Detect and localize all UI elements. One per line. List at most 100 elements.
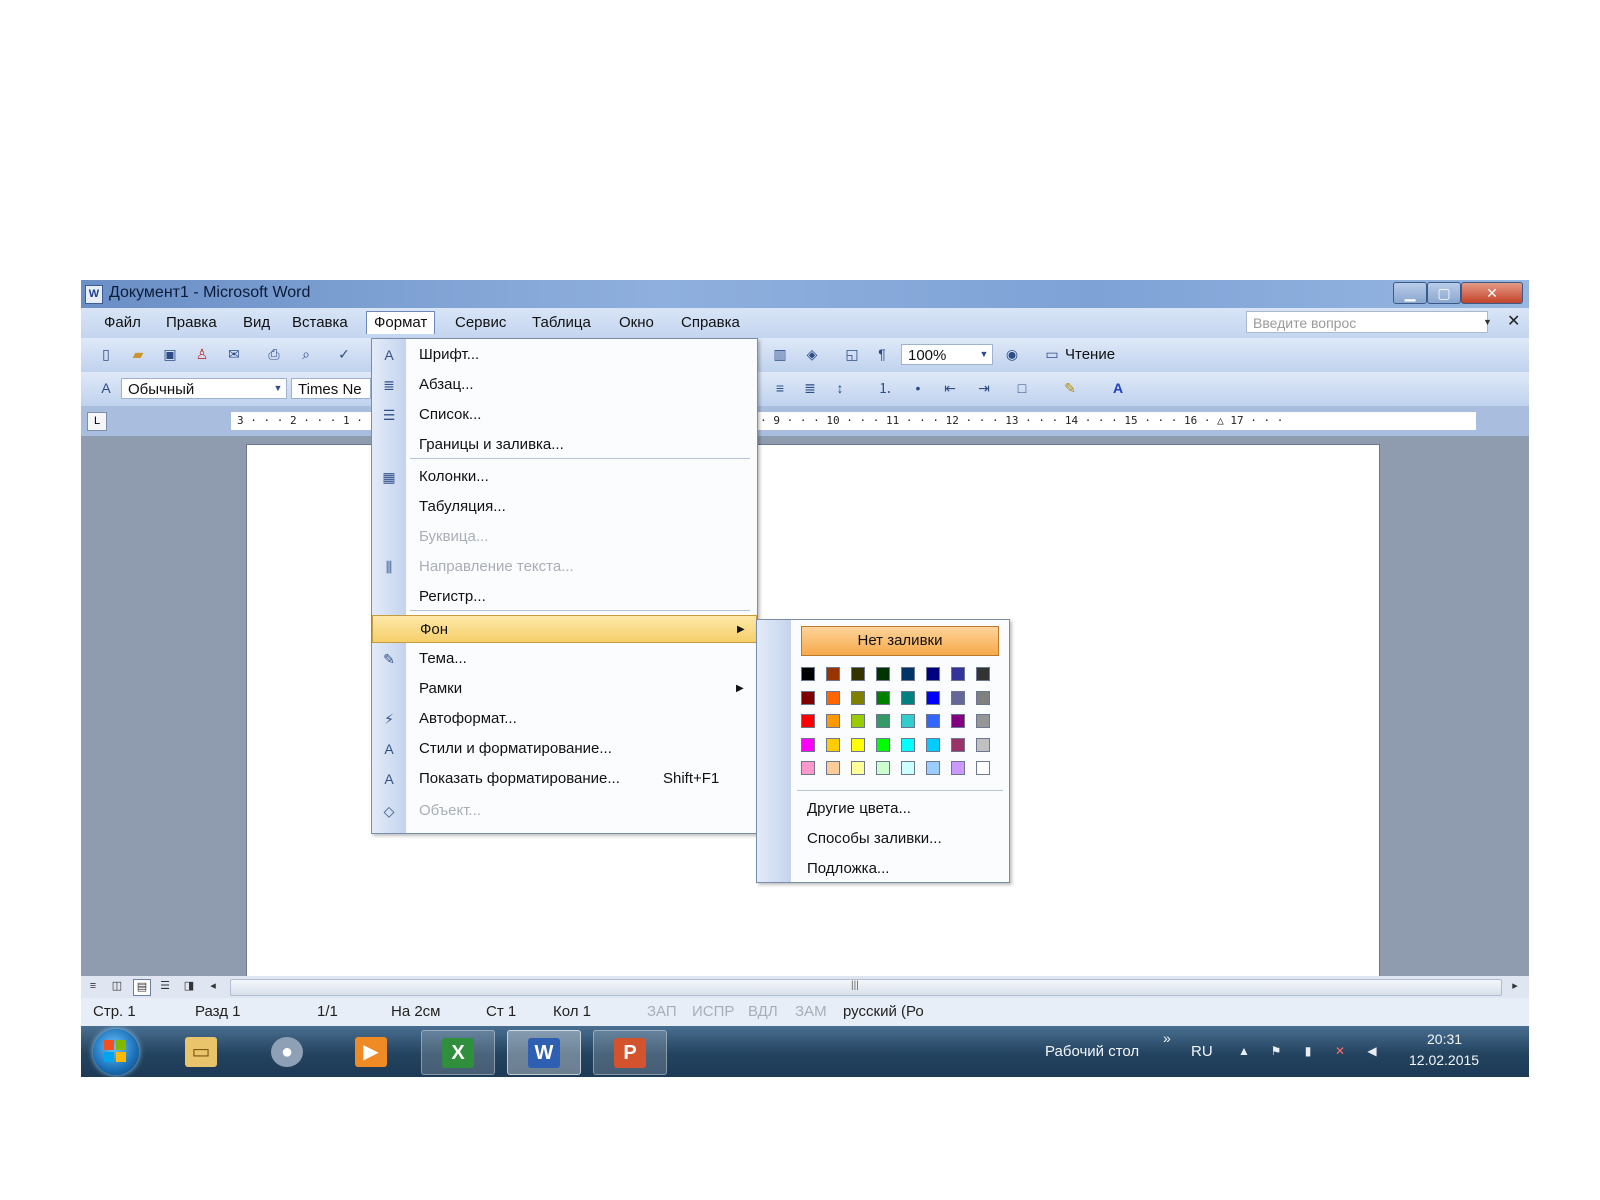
color-swatch[interactable] [951,667,965,681]
watermark-item[interactable]: Подложка... [807,855,889,883]
color-swatch[interactable] [851,690,865,705]
color-swatch[interactable] [801,690,815,705]
horizontal-scrollbar[interactable]: ||| [230,979,1502,996]
font-color-icon[interactable]: A [1109,380,1127,396]
color-swatch[interactable] [851,761,865,775]
line-spacing-icon[interactable]: ↕ [831,380,849,396]
start-button[interactable] [93,1029,139,1075]
color-swatch[interactable] [851,737,865,752]
menu-format[interactable]: Формат [366,311,436,334]
columns-icon[interactable]: ▥ [771,346,789,362]
color-swatch[interactable] [876,714,890,728]
normal-view-icon[interactable]: ≡ [85,979,101,994]
color-swatch[interactable] [826,737,840,752]
justify-icon[interactable]: ≣ [801,380,819,396]
color-swatch[interactable] [901,667,915,681]
email-icon[interactable]: ✉ [225,346,243,362]
battery-icon[interactable]: ▮ [1301,1044,1315,1058]
color-swatch[interactable] [901,737,915,752]
open-folder-icon[interactable]: ▰ [129,346,147,362]
increase-indent-icon[interactable]: ⇥ [975,380,993,396]
highlight-icon[interactable]: ✎ [1061,380,1079,396]
menu-insert[interactable]: Вставка [285,312,355,334]
desktop-toolbar-label[interactable]: Рабочий стол [1045,1043,1139,1060]
chevron-down-icon[interactable]: ▼ [1483,317,1492,327]
help-search-input[interactable]: Введите вопрос [1246,311,1488,333]
drawing-icon[interactable]: ◈ [803,346,821,362]
color-swatch[interactable] [801,714,815,728]
show-hidden-icons-icon[interactable]: ▲ [1237,1044,1251,1058]
color-swatch[interactable] [976,761,990,775]
taskbar-media-center[interactable]: ● [251,1030,323,1073]
menu-table[interactable]: Таблица [525,312,598,334]
bullets-icon[interactable]: • [909,380,927,396]
color-swatch[interactable] [876,667,890,681]
clock-date[interactable]: 12.02.2015 [1409,1052,1479,1068]
read-icon[interactable]: ▭ [1043,346,1061,362]
status-extend[interactable]: ВДЛ [748,1003,778,1020]
menu-item-theme[interactable]: ✎ Тема... [372,645,757,673]
color-swatch[interactable] [976,667,990,681]
status-track-changes[interactable]: ИСПР [692,1003,734,1020]
volume-icon[interactable]: ◀ [1365,1044,1379,1058]
scroll-left-icon[interactable]: ◂ [205,979,221,994]
color-swatch[interactable] [926,690,940,705]
borders-icon[interactable]: □ [1013,380,1031,396]
color-swatch[interactable] [901,714,915,728]
print-icon[interactable]: ⎙ [265,346,283,362]
color-swatch[interactable] [826,714,840,728]
color-swatch[interactable] [851,667,865,681]
color-swatch[interactable] [976,690,990,705]
menu-item-columns[interactable]: ▦ Колонки... [372,463,757,491]
color-swatch[interactable] [851,714,865,728]
color-swatch[interactable] [826,690,840,705]
color-swatch[interactable] [801,737,815,752]
action-center-flag-icon[interactable]: ⚑ [1269,1044,1283,1058]
close-document-button[interactable]: ✕ [1507,311,1520,331]
taskbar-explorer[interactable]: ▭ [165,1030,237,1073]
menu-item-paragraph[interactable]: ≣ Абзац... [372,371,757,399]
taskbar-word[interactable]: W [507,1030,581,1075]
language-indicator[interactable]: RU [1191,1043,1213,1060]
new-document-icon[interactable]: ▯ [97,346,115,362]
menu-item-tabs[interactable]: Табуляция... [372,493,757,521]
more-colors-item[interactable]: Другие цвета... [807,795,911,823]
save-icon[interactable]: ▣ [161,346,179,362]
web-view-icon[interactable]: ◫ [109,979,125,994]
color-swatch[interactable] [901,761,915,775]
color-swatch[interactable] [901,690,915,705]
color-swatch[interactable] [926,761,940,775]
reading-mode-button[interactable]: Чтение [1065,344,1115,365]
menu-item-borders-shading[interactable]: Границы и заливка... [372,431,757,459]
color-swatch[interactable] [876,690,890,705]
status-overtype[interactable]: ЗАМ [795,1003,827,1020]
color-swatch[interactable] [951,714,965,728]
menu-window[interactable]: Окно [612,312,661,334]
color-swatch[interactable] [976,714,990,728]
color-swatch[interactable] [976,737,990,752]
color-swatch[interactable] [926,667,940,681]
scroll-grip-icon[interactable]: ||| [851,980,859,991]
chevron-down-icon[interactable]: ▼ [269,380,287,396]
color-swatch[interactable] [876,761,890,775]
tab-selector-icon[interactable]: L [87,412,107,431]
color-swatch[interactable] [951,761,965,775]
menu-item-bullets-numbering[interactable]: ☰ Список... [372,401,757,429]
print-preview-icon[interactable]: ⌕ [297,346,315,362]
menu-help[interactable]: Справка [674,312,747,334]
no-fill-button[interactable]: Нет заливки [801,626,999,656]
menu-item-styles-formatting[interactable]: A Стили и форматирование... [372,735,757,763]
taskbar-media-player[interactable]: ▶ [335,1030,407,1073]
color-swatch[interactable] [926,737,940,752]
status-record[interactable]: ЗАП [647,1003,677,1020]
menu-item-font[interactable]: A Шрифт... [372,341,757,369]
color-swatch[interactable] [951,690,965,705]
maximize-button[interactable]: ▢ [1427,282,1461,304]
menu-edit[interactable]: Правка [159,312,224,334]
clock-time[interactable]: 20:31 [1427,1031,1462,1047]
decrease-indent-icon[interactable]: ⇤ [941,380,959,396]
menu-file[interactable]: Файл [97,312,148,334]
color-swatch[interactable] [926,714,940,728]
numbering-icon[interactable]: ⒈ [876,380,894,396]
font-select[interactable]: Times Ne [291,378,371,399]
